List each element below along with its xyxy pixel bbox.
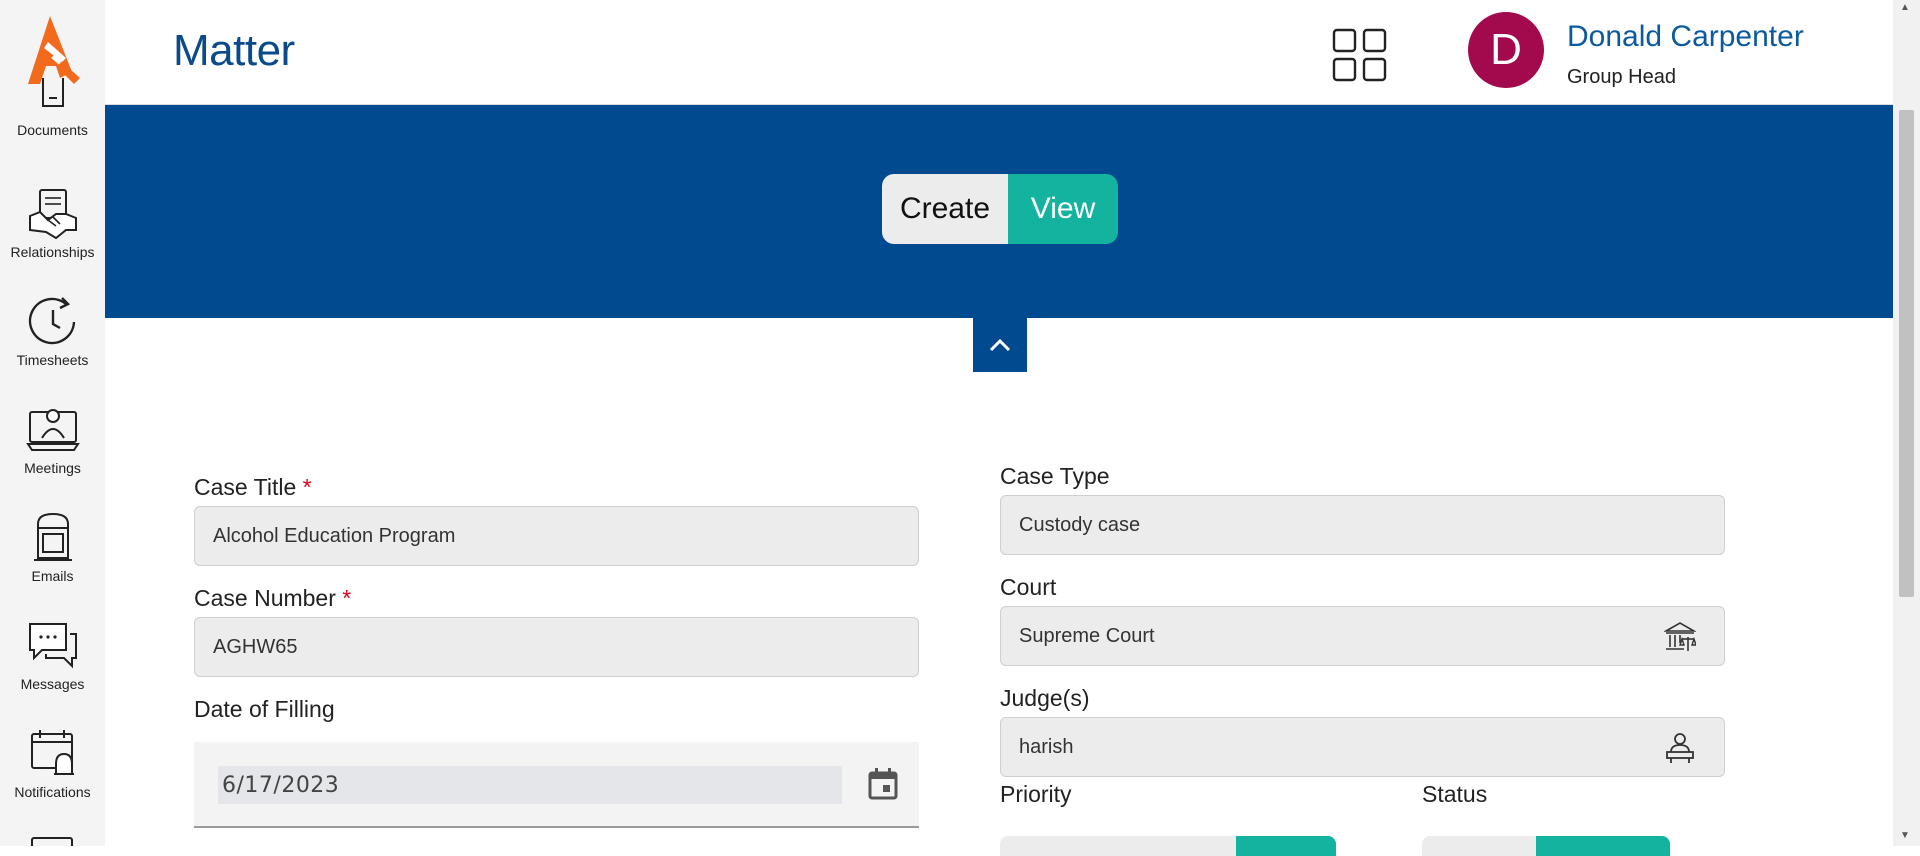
sidebar-item-relationships[interactable]: Relationships — [0, 186, 105, 260]
sidebar-item-emails[interactable]: Emails — [0, 510, 105, 584]
mailbox-icon — [33, 512, 72, 561]
status-option-inactive[interactable] — [1422, 836, 1536, 856]
sidebar-item-label: Notifications — [14, 784, 91, 800]
sidebar: Documents Relationships Timesheets Meeti… — [0, 0, 105, 846]
status-label: Status — [1422, 781, 1488, 807]
mode-banner: Create View — [105, 105, 1895, 318]
judges-label: Judge(s) — [1000, 685, 1090, 711]
sidebar-item-label: Messages — [20, 676, 85, 692]
sidebar-item-notifications[interactable]: Notifications — [0, 726, 105, 800]
priority-option-inactive[interactable] — [1000, 836, 1236, 856]
priority-option-active[interactable] — [1236, 836, 1336, 856]
case-number-label: Case Number * — [194, 585, 351, 612]
sidebar-item-more[interactable] — [0, 834, 105, 846]
sidebar-item-documents[interactable]: Documents — [0, 78, 105, 138]
sidebar-item-messages[interactable]: Messages — [0, 618, 105, 692]
collapse-banner-button[interactable] — [973, 318, 1027, 372]
chevron-up-icon — [989, 338, 1011, 352]
court-field[interactable]: Supreme Court — [1000, 606, 1725, 666]
case-title-label: Case Title * — [194, 474, 312, 501]
sidebar-item-label: Meetings — [24, 460, 81, 476]
case-type-field[interactable]: Custody case — [1000, 495, 1725, 555]
date-field-wrapper: 6/17/2023 — [194, 742, 919, 828]
view-button[interactable]: View — [1008, 174, 1118, 244]
judges-field[interactable]: harish — [1000, 717, 1725, 777]
court-label: Court — [1000, 574, 1057, 600]
case-title-label-text: Case Title — [194, 474, 297, 500]
court-value: Supreme Court — [1019, 624, 1155, 647]
avatar[interactable]: D — [1468, 12, 1544, 88]
judges-value: harish — [1019, 735, 1074, 758]
case-number-label-text: Case Number — [194, 585, 336, 611]
create-button[interactable]: Create — [882, 174, 1008, 244]
sidebar-item-label: Relationships — [10, 244, 95, 260]
status-option-active[interactable] — [1536, 836, 1670, 856]
create-view-toggle: Create View — [882, 174, 1118, 244]
case-title-field[interactable]: Alcohol Education Program — [194, 506, 919, 566]
date-of-filling-input[interactable]: 6/17/2023 — [218, 766, 842, 804]
sidebar-item-label: Emails — [31, 568, 74, 584]
date-of-filling-label: Date of Filling — [194, 696, 335, 722]
sidebar-item-label: Timesheets — [16, 352, 89, 368]
sidebar-item-meetings[interactable]: Meetings — [0, 402, 105, 476]
courthouse-icon[interactable] — [1664, 621, 1696, 653]
case-number-field[interactable]: AGHW65 — [194, 617, 919, 677]
handshake-icon — [28, 189, 77, 240]
folder-icon — [30, 837, 73, 846]
user-role: Group Head — [1567, 66, 1676, 88]
scroll-up-arrow[interactable]: ▲ — [1900, 2, 1910, 13]
judge-icon[interactable] — [1664, 732, 1696, 764]
required-mark: * — [302, 474, 312, 500]
calendar-bell-icon — [30, 730, 74, 775]
clock-icon — [28, 297, 75, 345]
scroll-down-arrow[interactable]: ▼ — [1900, 830, 1910, 841]
calendar-icon[interactable] — [867, 767, 899, 801]
apps-grid-icon[interactable] — [1332, 28, 1388, 82]
priority-label: Priority — [1000, 781, 1072, 807]
scroll-thumb[interactable] — [1899, 110, 1914, 597]
chat-icon — [28, 623, 77, 669]
document-icon — [41, 78, 64, 107]
meeting-icon — [25, 409, 80, 451]
page-title: Matter — [173, 26, 295, 75]
top-header: Matter D Donald Carpenter Group Head — [105, 0, 1893, 105]
sidebar-item-label: Documents — [17, 122, 88, 138]
user-name[interactable]: Donald Carpenter — [1567, 20, 1804, 54]
vertical-scrollbar[interactable]: ▲ ▼ — [1893, 0, 1920, 846]
sidebar-item-timesheets[interactable]: Timesheets — [0, 294, 105, 368]
case-type-label: Case Type — [1000, 463, 1110, 489]
required-mark: * — [342, 585, 352, 611]
